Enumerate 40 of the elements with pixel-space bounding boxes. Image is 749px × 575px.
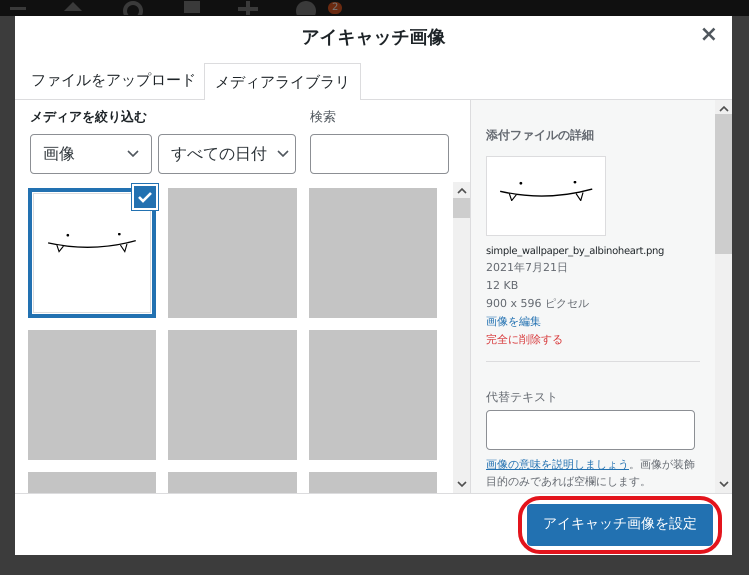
type-select[interactable]: 画像	[30, 134, 152, 174]
upload-date: 2021年7月21日	[486, 260, 569, 276]
thumbnail-placeholder[interactable]	[168, 330, 297, 460]
plus-icon[interactable]	[238, 1, 258, 15]
image-dimensions: 900 x 596 ピクセル	[486, 296, 590, 312]
alt-text-help-link[interactable]: 画像の意味を説明しましょう	[486, 458, 629, 471]
alt-text-field[interactable]	[486, 410, 695, 450]
modal-title: アイキャッチ画像	[302, 26, 446, 50]
scroll-down-icon[interactable]	[456, 481, 466, 488]
search-label: 検索	[310, 109, 337, 127]
thumbnail-placeholder[interactable]	[28, 330, 156, 460]
date-select[interactable]: すべての日付	[158, 134, 296, 174]
thumbnail-placeholder[interactable]	[308, 330, 437, 460]
chevron-down-icon	[277, 150, 289, 158]
scroll-up-icon[interactable]	[718, 105, 728, 112]
delete-link[interactable]: 完全に削除する	[486, 331, 563, 349]
alt-text-label: 代替テキスト	[486, 389, 559, 406]
notification-badge: 2	[328, 2, 342, 14]
scrollbar[interactable]	[715, 100, 732, 493]
file-size: 12 KB	[486, 278, 520, 294]
close-button[interactable]: ×	[700, 24, 718, 46]
tab[interactable]: ファイルをアップロード	[23, 62, 204, 99]
scroll-thumb[interactable]	[715, 114, 732, 254]
set-featured-image-button[interactable]: アイキャッチ画像を設定	[527, 504, 713, 546]
scroll-up-icon[interactable]	[456, 187, 466, 194]
refresh-icon[interactable]	[120, 1, 146, 15]
thumbnail-placeholder[interactable]	[308, 188, 437, 318]
scroll-thumb[interactable]	[453, 198, 470, 218]
file-name: simple_wallpaper_by_albinoheart.png	[486, 245, 666, 259]
tab[interactable]: メディアライブラリ	[204, 63, 361, 100]
thumbnail-placeholder[interactable]	[168, 188, 297, 318]
alt-text-help: 画像の意味を説明しましょう。画像が装飾目的のみであれば空欄にします。	[486, 457, 696, 490]
check-icon[interactable]	[132, 184, 158, 210]
scroll-down-icon[interactable]	[718, 481, 728, 488]
chevron-down-icon	[127, 150, 139, 158]
edit-image-link[interactable]: 画像を編集	[486, 313, 541, 331]
details-heading: 添付ファイルの詳細	[486, 127, 595, 144]
search-field[interactable]	[310, 134, 449, 174]
scrollbar[interactable]	[453, 182, 470, 493]
filter-label: メディアを絞り込む	[30, 108, 148, 127]
